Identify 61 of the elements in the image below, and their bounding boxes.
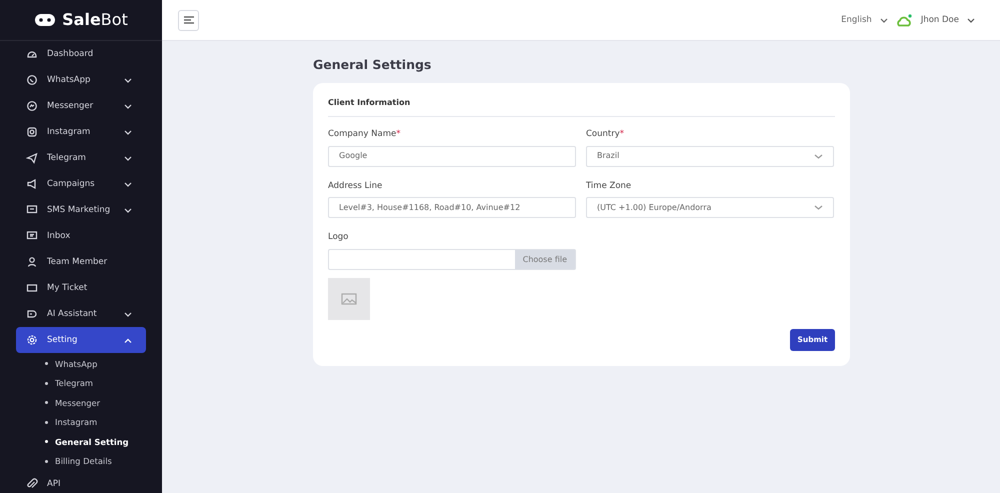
chevron-down-icon [124, 130, 132, 134]
chevron-down-icon [124, 156, 132, 160]
sidebar-item[interactable]: API [0, 471, 146, 493]
chevron-down-icon [967, 18, 975, 22]
card-title: Client Information [328, 96, 835, 117]
chevron-down-icon [814, 205, 823, 210]
paperclip-icon [26, 478, 38, 490]
select-field[interactable]: (UTC +1.00) Europe/Andorra [586, 197, 834, 218]
field-label: Address Line [328, 180, 384, 192]
chevron-down-icon [814, 154, 823, 158]
select-field[interactable]: Brazil [586, 146, 834, 166]
robot-logo-icon [34, 13, 56, 27]
sidebar-item[interactable]: Dashboard [0, 41, 146, 67]
sidebar-item[interactable]: Setting [16, 327, 146, 353]
message-icon [26, 230, 38, 242]
chevron-down-icon [124, 78, 132, 82]
sidebar-item[interactable]: Instagram [0, 119, 146, 145]
submenu-item[interactable]: Billing Details [0, 452, 162, 471]
submenu-item[interactable]: Messenger [0, 393, 162, 412]
ticket-icon [26, 282, 38, 294]
message-icon [26, 204, 38, 216]
chevron-down-icon [124, 104, 132, 108]
chevron-down-icon [880, 18, 888, 22]
menu-button[interactable] [178, 10, 199, 30]
camera-icon [26, 126, 38, 138]
submenu-item[interactable]: WhatsApp [0, 354, 162, 374]
megaphone-icon [26, 178, 38, 190]
chat-bubble-icon [26, 74, 38, 86]
submenu-item[interactable]: Telegram [0, 374, 162, 393]
field-label: Time Zone [586, 180, 632, 192]
sidebar-item[interactable]: My Ticket [0, 275, 146, 301]
sidebar-item[interactable]: Campaigns [0, 171, 146, 197]
field-label: Country* [586, 128, 626, 140]
image-icon [341, 293, 357, 305]
input-field[interactable]: Google [328, 146, 576, 166]
chevron-up-icon [124, 338, 132, 342]
person-icon [26, 256, 38, 268]
page-title: General Settings [313, 56, 432, 74]
field-label: Logo [328, 231, 350, 244]
gear-icon [26, 334, 38, 346]
submenu-item[interactable]: General Setting [0, 432, 162, 452]
sidebar-item[interactable]: WhatsApp [0, 67, 146, 93]
submenu-item[interactable]: Instagram [0, 412, 162, 432]
user-menu[interactable]: Jhon Doe [920, 12, 976, 28]
brand-name: SaleBot [62, 12, 128, 28]
sidebar-item[interactable]: AI Assistant [0, 301, 146, 327]
sidebar-item[interactable]: Messenger [0, 93, 146, 119]
chevron-down-icon [124, 208, 132, 212]
input-field[interactable]: Level#3, House#1168, Road#10, Avinue#12 [328, 197, 576, 218]
sidebar-item[interactable]: Inbox [0, 223, 146, 249]
chevron-down-icon [124, 312, 132, 316]
cloud-avatar-icon [896, 14, 912, 26]
language-dropdown[interactable]: English [840, 12, 889, 28]
sidebar-item[interactable]: Team Member [0, 249, 146, 275]
chevron-down-icon [124, 182, 132, 186]
sidebar-item[interactable]: Telegram [0, 145, 146, 171]
chat-bubble-icon [26, 100, 38, 112]
field-label: Company Name* [328, 128, 402, 140]
sidebar-item[interactable]: SMS Marketing [0, 197, 146, 223]
menu-icon [184, 16, 194, 24]
paper-plane-icon [26, 152, 38, 164]
